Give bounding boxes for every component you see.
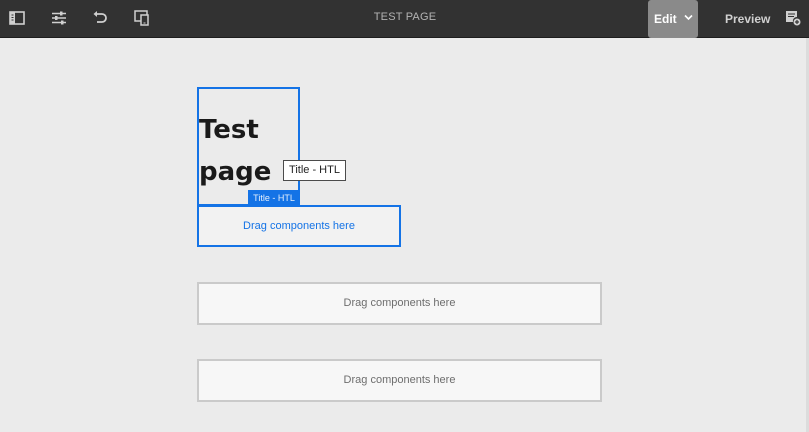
undo-button[interactable]: [89, 7, 111, 29]
drop-zone[interactable]: Drag components here: [197, 282, 602, 325]
title-line-1: Test: [199, 115, 259, 145]
component-label: Title - HTL: [248, 190, 300, 206]
title-component[interactable]: Test page: [197, 87, 300, 206]
emulator-icon: [134, 10, 149, 26]
title-line-2: page: [199, 157, 272, 187]
title-text: Test page: [199, 109, 271, 193]
drop-zone[interactable]: Drag components here: [197, 359, 602, 402]
sliders-icon: [52, 11, 66, 25]
mode-selector[interactable]: Edit: [648, 0, 698, 38]
page-canvas: Test page Title - HTL Title - HTL Drag c…: [0, 38, 806, 432]
side-panel-toggle-icon: [9, 11, 25, 25]
editor-toolbar: TEST PAGE Edit Preview: [0, 0, 809, 38]
annotate-button[interactable]: [785, 10, 801, 31]
emulator-button[interactable]: [131, 7, 153, 29]
side-panel-toggle-button[interactable]: [6, 7, 28, 29]
drop-zone[interactable]: Drag components here: [197, 205, 401, 247]
chevron-down-icon[interactable]: [684, 14, 693, 21]
edit-mode-label: Edit: [654, 12, 677, 26]
annotate-icon: [786, 11, 801, 26]
page-title: TEST PAGE: [373, 11, 437, 23]
page-properties-button[interactable]: [48, 7, 70, 29]
component-tooltip: Title - HTL: [283, 160, 346, 181]
preview-button[interactable]: Preview: [725, 12, 770, 26]
undo-icon: [93, 11, 107, 23]
